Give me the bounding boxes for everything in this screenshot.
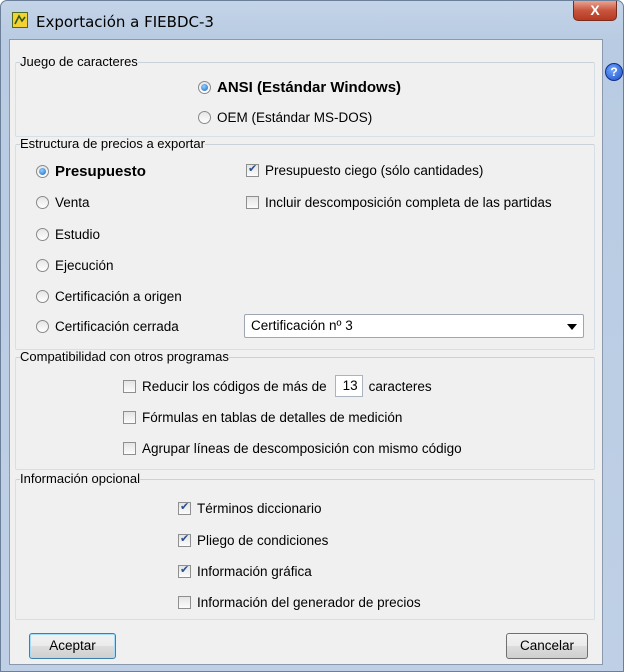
checkbox[interactable]	[123, 379, 136, 393]
radio-ansi[interactable]: ANSI (Estándar Windows)	[198, 79, 401, 96]
help-icon[interactable]: ?	[605, 63, 623, 81]
check-grafica-label: Información gráfica	[197, 564, 312, 579]
radio-estudio-label: Estudio	[55, 227, 101, 242]
app-icon	[12, 12, 28, 28]
code-length-input[interactable]: 13	[334, 375, 363, 397]
check-generador[interactable]: Información del generador de precios	[178, 595, 421, 610]
check-reducir-suffix: caracteres	[368, 378, 432, 394]
cancel-button[interactable]: Cancelar	[506, 633, 588, 659]
dialog-window: Exportación a FIEBDC-3 X ? Juego de cara…	[0, 0, 624, 672]
title-bar[interactable]: Exportación a FIEBDC-3 X	[1, 1, 623, 37]
check-presupuesto-ciego-label: Presupuesto ciego (sólo cantidades)	[265, 163, 484, 178]
close-button[interactable]: X	[573, 1, 617, 21]
check-descomposicion[interactable]: Incluir descomposición completa de las p…	[246, 195, 552, 210]
radio-oem[interactable]: OEM (Estándar MS-DOS)	[198, 110, 372, 125]
dialog-body: Juego de caracteres ANSI (Estándar Windo…	[9, 39, 603, 665]
radio-indicator[interactable]	[198, 81, 211, 94]
radio-presupuesto[interactable]: Presupuesto	[36, 163, 146, 180]
check-formulas-label: Fórmulas en tablas de detalles de medici…	[142, 410, 403, 425]
check-grafica[interactable]: Información gráfica	[178, 563, 312, 579]
radio-indicator[interactable]	[36, 165, 49, 178]
window-title: Exportación a FIEBDC-3	[36, 13, 214, 31]
checkbox[interactable]	[246, 196, 259, 209]
check-reducir-codigos[interactable]: Reducir los códigos de más de 13 caracte…	[123, 375, 432, 397]
check-pliego[interactable]: Pliego de condiciones	[178, 532, 329, 548]
check-agrupar[interactable]: Agrupar líneas de descomposición con mis…	[123, 441, 462, 456]
check-pliego-label: Pliego de condiciones	[197, 533, 329, 548]
checkbox[interactable]	[178, 596, 191, 609]
check-terminos[interactable]: Términos diccionario	[178, 500, 322, 516]
radio-ejecucion-label: Ejecución	[55, 258, 114, 273]
radio-indicator[interactable]	[36, 290, 49, 303]
radio-indicator[interactable]	[36, 259, 49, 272]
radio-venta[interactable]: Venta	[36, 195, 90, 210]
check-presupuesto-ciego[interactable]: Presupuesto ciego (sólo cantidades)	[246, 162, 484, 178]
radio-cert-origen[interactable]: Certificación a origen	[36, 289, 182, 304]
certification-select-value: Certificación nº 3	[251, 318, 353, 333]
radio-indicator[interactable]	[198, 111, 211, 124]
optional-legend: Información opcional	[20, 471, 140, 486]
checkbox[interactable]	[178, 500, 191, 515]
radio-presupuesto-label: Presupuesto	[55, 163, 146, 180]
accept-button[interactable]: Aceptar	[29, 633, 116, 659]
check-terminos-label: Términos diccionario	[197, 501, 322, 516]
radio-indicator[interactable]	[36, 196, 49, 209]
radio-estudio[interactable]: Estudio	[36, 227, 100, 242]
radio-cert-cerrada-label: Certificación cerrada	[55, 319, 179, 334]
radio-cert-origen-label: Certificación a origen	[55, 289, 182, 304]
checkbox[interactable]	[123, 442, 136, 455]
radio-ansi-label: ANSI (Estándar Windows)	[217, 79, 402, 96]
radio-indicator[interactable]	[36, 228, 49, 241]
radio-indicator[interactable]	[36, 320, 49, 333]
radio-oem-label: OEM (Estándar MS-DOS)	[217, 110, 373, 125]
certification-select[interactable]: Certificación nº 3	[244, 314, 584, 338]
check-reducir-label: Reducir los códigos de más de	[142, 378, 327, 394]
chevron-down-icon[interactable]	[567, 324, 577, 330]
check-agrupar-label: Agrupar líneas de descomposición con mis…	[142, 441, 462, 456]
radio-cert-cerrada[interactable]: Certificación cerrada	[36, 319, 179, 334]
check-descomposicion-label: Incluir descomposición completa de las p…	[265, 195, 552, 210]
checkbox[interactable]	[178, 563, 191, 578]
close-icon: X	[590, 2, 600, 18]
radio-ejecucion[interactable]: Ejecución	[36, 258, 114, 273]
checkbox[interactable]	[246, 162, 259, 177]
checkbox[interactable]	[178, 532, 191, 547]
radio-venta-label: Venta	[55, 195, 90, 210]
charset-legend: Juego de caracteres	[20, 54, 138, 69]
prices-legend: Estructura de precios a exportar	[20, 136, 205, 151]
checkbox[interactable]	[123, 411, 136, 424]
check-generador-label: Información del generador de precios	[197, 595, 421, 610]
compat-legend: Compatibilidad con otros programas	[20, 349, 229, 364]
check-formulas[interactable]: Fórmulas en tablas de detalles de medici…	[123, 410, 402, 425]
